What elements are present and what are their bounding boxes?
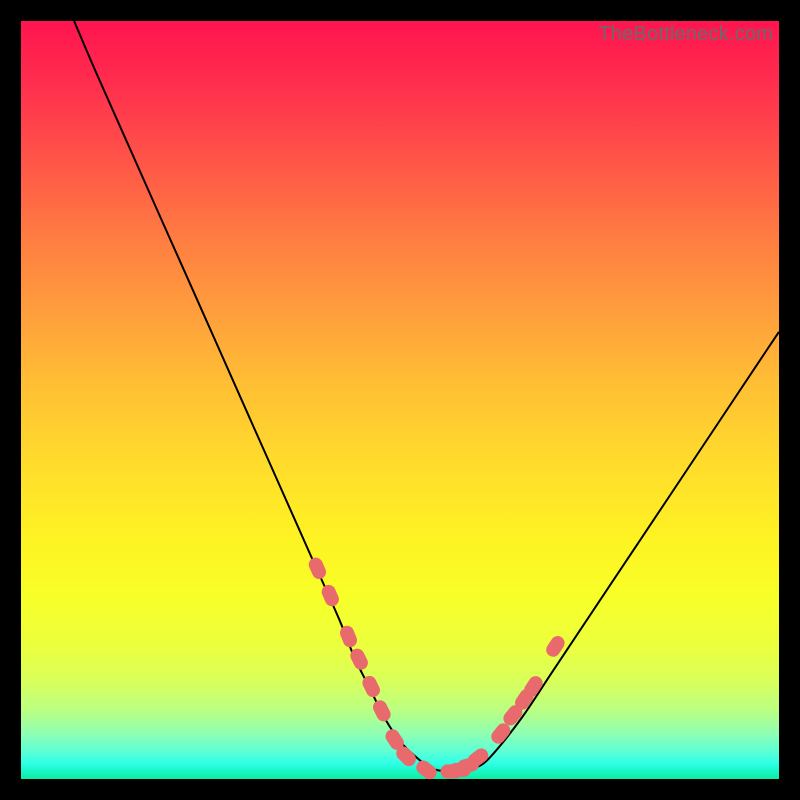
marker-point bbox=[414, 758, 440, 782]
curve-svg bbox=[21, 21, 779, 779]
marker-point bbox=[319, 583, 341, 609]
marker-point bbox=[338, 624, 359, 650]
marker-point bbox=[371, 698, 393, 724]
marker-point bbox=[307, 555, 329, 581]
bottleneck-curve bbox=[74, 21, 779, 772]
markers-group bbox=[307, 555, 568, 782]
plot-frame: TheBottleneck.com bbox=[21, 21, 779, 779]
